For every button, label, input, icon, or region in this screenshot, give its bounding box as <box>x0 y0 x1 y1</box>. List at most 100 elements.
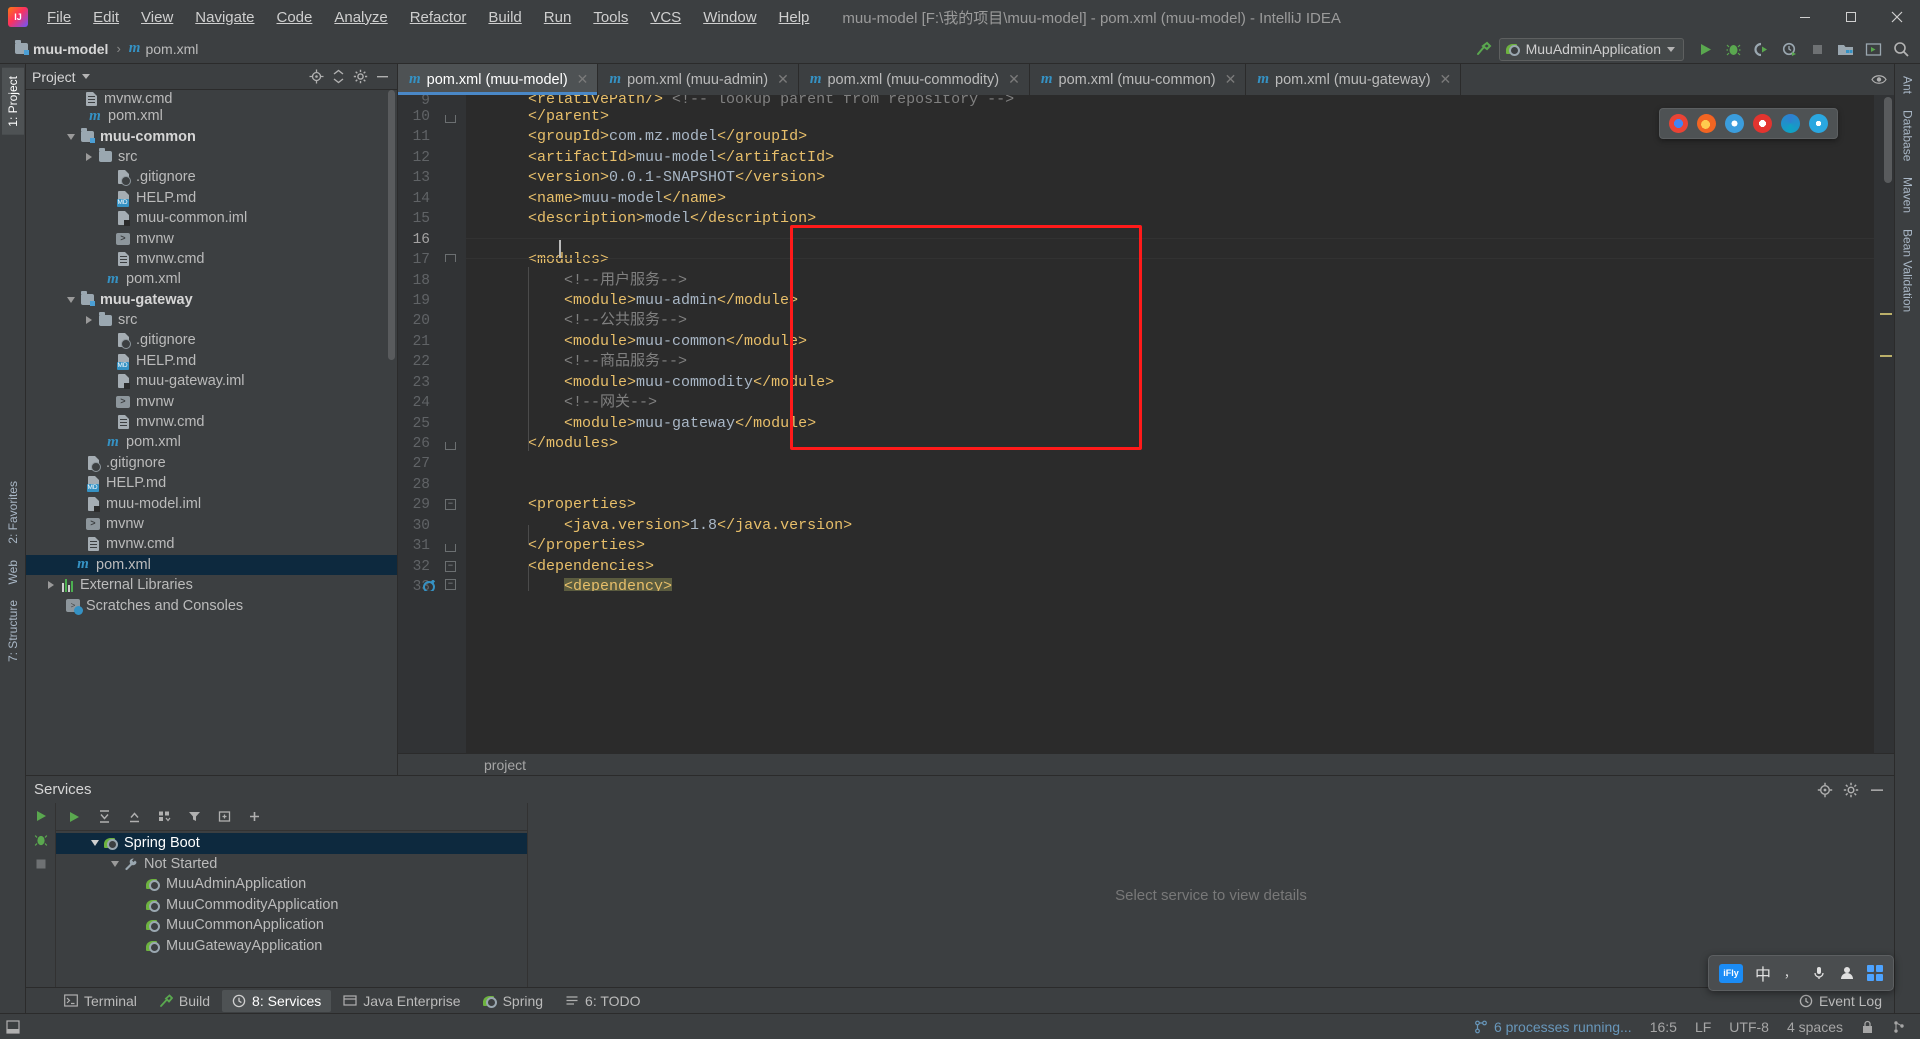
menu-build[interactable]: Build <box>477 5 532 30</box>
chevron-down-icon[interactable] <box>64 296 78 303</box>
tree-item-scratches-consoles[interactable]: > Scratches and Consoles <box>26 595 397 616</box>
select-run-target-button[interactable] <box>1860 37 1886 61</box>
minimize-button[interactable] <box>1782 0 1828 34</box>
hide-panel-icon[interactable] <box>373 68 391 86</box>
maven-dependency-icon[interactable] <box>423 580 436 592</box>
editor-tabs[interactable]: m pom.xml (muu-model) ✕ m pom.xml (muu-a… <box>398 64 1894 95</box>
tree-item-gitignore-gateway[interactable]: .gitignore <box>26 330 397 350</box>
project-tree[interactable]: mvnw.cmd m pom.xml muu-common src .gitig… <box>26 90 397 775</box>
processes-status[interactable]: 6 processes running... <box>1474 1019 1632 1035</box>
fold-start-icon[interactable] <box>445 254 456 263</box>
tree-item-muu-model-iml[interactable]: muu-model.iml <box>26 493 397 513</box>
tree-item-mvnw-cmd-root[interactable]: mvnw.cmd <box>26 534 397 554</box>
event-log-button[interactable]: Event Log <box>1799 993 1882 1009</box>
collapse-all-icon[interactable] <box>124 807 144 827</box>
sidebar-tab-structure[interactable]: 7: Structure <box>2 592 24 670</box>
fold-open-icon[interactable] <box>445 579 456 591</box>
chevron-down-icon[interactable] <box>88 840 102 847</box>
project-structure-button[interactable] <box>1832 37 1858 61</box>
services-tree[interactable]: Spring Boot Not Started MuuAdminApplicat… <box>56 831 527 987</box>
ime-mode-label[interactable]: 中 <box>1755 961 1771 985</box>
menu-vcs[interactable]: VCS <box>639 5 692 30</box>
sidebar-tab-bean-validation[interactable]: Bean Validation <box>1897 221 1919 320</box>
browser-preview-popup[interactable] <box>1659 108 1838 139</box>
collapse-all-icon[interactable] <box>329 68 347 86</box>
services-item-muu-commodity-application[interactable]: MuuCommodityApplication <box>56 895 527 916</box>
services-item-not-started[interactable]: Not Started <box>56 854 527 875</box>
profiler-button[interactable] <box>1776 37 1802 61</box>
stop-button[interactable] <box>1804 37 1830 61</box>
debug-button[interactable] <box>1720 37 1746 61</box>
tab-pom-muu-common[interactable]: m pom.xml (muu-common) ✕ <box>1030 64 1247 95</box>
filter-icon[interactable] <box>184 807 204 827</box>
editor-scrollbar[interactable] <box>1884 97 1892 183</box>
tree-item-mvnw-root[interactable]: > mvnw <box>26 514 397 534</box>
fold-end-icon[interactable] <box>445 115 456 123</box>
tree-item-mvnw-common[interactable]: > mvnw <box>26 228 397 248</box>
run-icon[interactable] <box>34 809 48 823</box>
tree-item-external-libraries[interactable]: External Libraries <box>26 575 397 595</box>
sidebar-tab-ant[interactable]: Ant <box>1897 68 1919 102</box>
tab-spring[interactable]: Spring <box>473 990 553 1012</box>
file-encoding[interactable]: UTF-8 <box>1729 1019 1769 1035</box>
services-item-muu-common-application[interactable]: MuuCommonApplication <box>56 915 527 936</box>
run-configuration-selector[interactable]: MuuAdminApplication <box>1498 37 1684 61</box>
chevron-down-icon[interactable] <box>64 133 78 140</box>
chevron-down-icon[interactable] <box>81 74 90 79</box>
editor-marker-gutter[interactable] <box>1874 95 1894 753</box>
fold-open-icon[interactable] <box>445 499 456 511</box>
tree-item-pom-gateway[interactable]: m pom.xml <box>26 432 397 452</box>
tab-terminal[interactable]: Terminal <box>54 990 147 1012</box>
punctuation-icon[interactable]: ， <box>1783 965 1799 981</box>
sidebar-tab-maven[interactable]: Maven <box>1897 169 1919 221</box>
tree-item-mvnw-cmd-gateway[interactable]: mvnw.cmd <box>26 412 397 432</box>
stop-icon[interactable] <box>34 857 48 871</box>
close-icon[interactable]: ✕ <box>777 71 789 88</box>
sidebar-item-muu-common[interactable]: muu-common <box>26 126 397 146</box>
hide-panel-icon[interactable] <box>1868 781 1886 799</box>
tree-item-gitignore-root[interactable]: .gitignore <box>26 453 397 473</box>
close-icon[interactable]: ✕ <box>1225 71 1237 88</box>
editor-gutter[interactable]: 9 10 11 12 13 14 15 16 17 18 19 20 21 22… <box>398 95 466 753</box>
line-separator[interactable]: LF <box>1695 1019 1711 1035</box>
chevron-right-icon[interactable] <box>82 316 96 325</box>
menu-refactor[interactable]: Refactor <box>399 5 478 30</box>
menu-analyze[interactable]: Analyze <box>323 5 398 30</box>
tree-item-help-md-root[interactable]: HELP.md <box>26 473 397 493</box>
fold-open-icon[interactable] <box>445 560 456 572</box>
fold-end-icon[interactable] <box>445 544 456 553</box>
run-icon[interactable] <box>64 807 84 827</box>
tree-item-help-md-common[interactable]: HELP.md <box>26 188 397 208</box>
tab-pom-muu-model[interactable]: m pom.xml (muu-model) ✕ <box>398 64 599 95</box>
maximize-button[interactable] <box>1828 0 1874 34</box>
fold-end-icon[interactable] <box>445 442 456 450</box>
services-item-spring-boot[interactable]: Spring Boot <box>56 833 527 854</box>
microphone-icon[interactable] <box>1811 965 1827 981</box>
sidebar-tab-web[interactable]: Web <box>2 552 24 592</box>
tree-item-mvnw-gateway[interactable]: > mvnw <box>26 391 397 411</box>
close-icon[interactable]: ✕ <box>1008 71 1020 88</box>
tree-item-mvnw-cmd-common[interactable]: mvnw.cmd <box>26 249 397 269</box>
tab-pom-muu-gateway[interactable]: m pom.xml (muu-gateway) ✕ <box>1246 64 1462 95</box>
services-item-muu-admin-application[interactable]: MuuAdminApplication <box>56 874 527 895</box>
chevron-right-icon[interactable] <box>44 581 58 590</box>
add-icon[interactable] <box>244 807 264 827</box>
tab-pom-muu-admin[interactable]: m pom.xml (muu-admin) ✕ <box>598 64 799 95</box>
tree-item-pom-root-selected[interactable]: m pom.xml <box>26 554 397 575</box>
sidebar-item-muu-gateway[interactable]: muu-gateway <box>26 290 397 310</box>
eye-icon[interactable] <box>1870 71 1888 89</box>
debug-icon[interactable] <box>34 833 48 847</box>
close-button[interactable] <box>1874 0 1920 34</box>
close-icon[interactable]: ✕ <box>577 71 589 88</box>
toggle-toolwindows-button[interactable] <box>0 1019 26 1034</box>
chevron-right-icon[interactable] <box>82 152 96 161</box>
tab-services[interactable]: 8: Services <box>222 989 332 1012</box>
close-icon[interactable]: ✕ <box>1440 71 1452 88</box>
menu-edit[interactable]: Edit <box>82 5 130 30</box>
lock-icon[interactable] <box>1861 1020 1874 1034</box>
code-editor[interactable]: 9 10 11 12 13 14 15 16 17 18 19 20 21 22… <box>398 95 1894 753</box>
tree-item-muu-gateway-iml[interactable]: muu-gateway.iml <box>26 371 397 391</box>
sidebar-tab-database[interactable]: Database <box>1897 102 1919 169</box>
tab-build[interactable]: Build <box>149 990 220 1012</box>
opera-icon[interactable] <box>1753 114 1772 133</box>
